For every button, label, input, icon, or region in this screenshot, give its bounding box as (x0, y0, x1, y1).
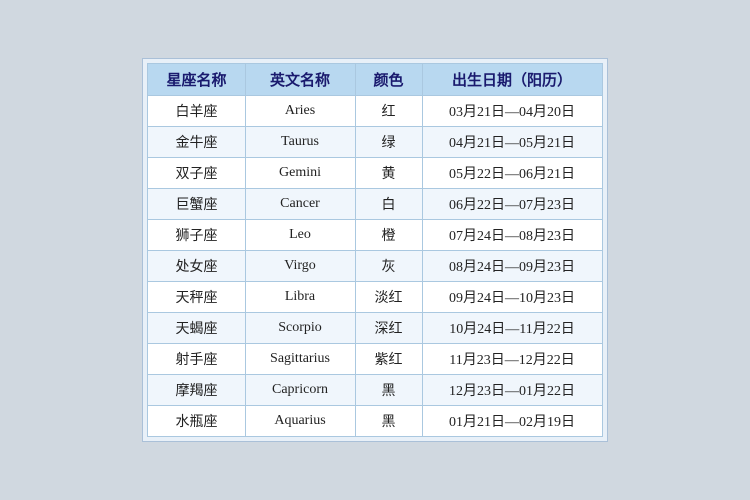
cell-en: Virgo (245, 251, 355, 282)
zodiac-table-container: 星座名称 英文名称 颜色 出生日期（阳历） 白羊座Aries红03月21日—04… (142, 58, 607, 442)
header-color: 颜色 (355, 64, 422, 96)
cell-date: 10月24日—11月22日 (422, 313, 602, 344)
cell-en: Aquarius (245, 406, 355, 437)
cell-color: 黑 (355, 406, 422, 437)
cell-date: 08月24日—09月23日 (422, 251, 602, 282)
cell-en: Sagittarius (245, 344, 355, 375)
cell-cn: 双子座 (148, 158, 245, 189)
cell-color: 绿 (355, 127, 422, 158)
cell-en: Libra (245, 282, 355, 313)
cell-cn: 白羊座 (148, 96, 245, 127)
cell-cn: 金牛座 (148, 127, 245, 158)
cell-cn: 天秤座 (148, 282, 245, 313)
cell-cn: 天蝎座 (148, 313, 245, 344)
cell-date: 07月24日—08月23日 (422, 220, 602, 251)
cell-date: 05月22日—06月21日 (422, 158, 602, 189)
cell-en: Gemini (245, 158, 355, 189)
cell-date: 03月21日—04月20日 (422, 96, 602, 127)
cell-en: Cancer (245, 189, 355, 220)
cell-cn: 巨蟹座 (148, 189, 245, 220)
cell-date: 06月22日—07月23日 (422, 189, 602, 220)
cell-date: 09月24日—10月23日 (422, 282, 602, 313)
cell-en: Scorpio (245, 313, 355, 344)
cell-date: 12月23日—01月22日 (422, 375, 602, 406)
zodiac-table: 星座名称 英文名称 颜色 出生日期（阳历） 白羊座Aries红03月21日—04… (147, 63, 602, 437)
cell-en: Leo (245, 220, 355, 251)
cell-color: 淡红 (355, 282, 422, 313)
table-row: 处女座Virgo灰08月24日—09月23日 (148, 251, 602, 282)
cell-color: 黑 (355, 375, 422, 406)
header-en: 英文名称 (245, 64, 355, 96)
cell-cn: 射手座 (148, 344, 245, 375)
cell-cn: 摩羯座 (148, 375, 245, 406)
table-row: 摩羯座Capricorn黑12月23日—01月22日 (148, 375, 602, 406)
cell-cn: 处女座 (148, 251, 245, 282)
cell-color: 红 (355, 96, 422, 127)
cell-color: 紫红 (355, 344, 422, 375)
table-row: 巨蟹座Cancer白06月22日—07月23日 (148, 189, 602, 220)
cell-en: Taurus (245, 127, 355, 158)
header-date: 出生日期（阳历） (422, 64, 602, 96)
cell-date: 11月23日—12月22日 (422, 344, 602, 375)
cell-date: 01月21日—02月19日 (422, 406, 602, 437)
table-row: 狮子座Leo橙07月24日—08月23日 (148, 220, 602, 251)
cell-color: 黄 (355, 158, 422, 189)
cell-en: Aries (245, 96, 355, 127)
table-row: 水瓶座Aquarius黑01月21日—02月19日 (148, 406, 602, 437)
header-cn: 星座名称 (148, 64, 245, 96)
table-row: 白羊座Aries红03月21日—04月20日 (148, 96, 602, 127)
cell-en: Capricorn (245, 375, 355, 406)
cell-color: 白 (355, 189, 422, 220)
table-row: 双子座Gemini黄05月22日—06月21日 (148, 158, 602, 189)
table-header-row: 星座名称 英文名称 颜色 出生日期（阳历） (148, 64, 602, 96)
cell-color: 橙 (355, 220, 422, 251)
table-row: 射手座Sagittarius紫红11月23日—12月22日 (148, 344, 602, 375)
cell-cn: 水瓶座 (148, 406, 245, 437)
cell-color: 灰 (355, 251, 422, 282)
cell-date: 04月21日—05月21日 (422, 127, 602, 158)
table-row: 天秤座Libra淡红09月24日—10月23日 (148, 282, 602, 313)
table-row: 金牛座Taurus绿04月21日—05月21日 (148, 127, 602, 158)
cell-cn: 狮子座 (148, 220, 245, 251)
cell-color: 深红 (355, 313, 422, 344)
table-row: 天蝎座Scorpio深红10月24日—11月22日 (148, 313, 602, 344)
